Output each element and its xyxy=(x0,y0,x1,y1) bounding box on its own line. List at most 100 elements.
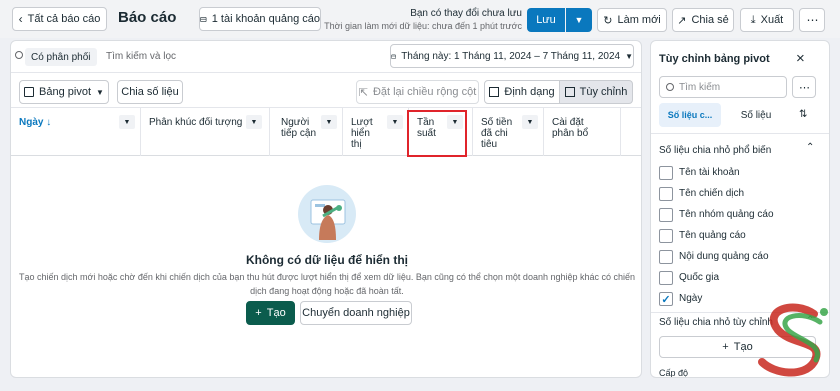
back-label: Tất cả báo cáo xyxy=(27,13,101,25)
more-options-button[interactable]: ⋯ xyxy=(799,8,825,32)
column-label: Số tiền đã chi tiêu xyxy=(481,117,513,150)
empty-state-title: Không có dữ liệu để hiển thị xyxy=(245,253,409,267)
column-label: Người tiếp cận xyxy=(281,117,317,139)
table-toolbar: Bảng pivot ▼ Chia số liệu ⇱ Đặt lại chiề… xyxy=(11,74,641,108)
section-common-breakdowns: Số liệu chia nhỏ phổ biến xyxy=(659,145,772,156)
column-label: Cài đặt phân bổ xyxy=(552,117,589,139)
caret-down-icon: ▼ xyxy=(625,51,633,61)
checkbox-item[interactable]: Tên chiến dịch xyxy=(651,185,811,203)
checkbox-label: Nội dung quảng cáo xyxy=(679,251,769,262)
pivot-table-dropdown[interactable]: Bảng pivot ▼ xyxy=(19,80,109,104)
refresh-button[interactable]: ↻ Làm mới xyxy=(597,8,667,32)
checkbox[interactable] xyxy=(659,271,673,285)
format-icon xyxy=(489,87,500,97)
format-label: Định dạng xyxy=(504,86,555,98)
caret-down-icon: ▼ xyxy=(574,15,584,25)
customize-button[interactable]: Tùy chỉnh xyxy=(559,80,633,104)
share-icon: ↗ xyxy=(677,14,687,27)
save-options-dropdown[interactable]: ▼ xyxy=(566,8,592,32)
table-header: Ngày ↓ ▼ Phân khúc đối tượng ▼ Người tiế… xyxy=(11,108,641,156)
checkbox-item[interactable]: Tên tài khoản xyxy=(651,164,811,182)
tab-metrics-label: Số liệu xyxy=(740,109,772,121)
checkbox[interactable] xyxy=(659,166,673,180)
checkbox-label: Tên nhóm quảng cáo xyxy=(679,209,774,220)
checkbox[interactable] xyxy=(659,187,673,201)
column-attribution[interactable]: Cài đặt phân bổ xyxy=(544,108,621,156)
checkbox[interactable] xyxy=(659,208,673,222)
refresh-icon: ↻ xyxy=(603,14,613,27)
share-button[interactable]: ↗ Chia sẻ xyxy=(672,8,734,32)
panel-search-input[interactable]: Tìm kiếm xyxy=(659,76,787,98)
checkbox-item[interactable]: Quốc gia xyxy=(651,269,811,287)
checkbox-item[interactable]: Tên quảng cáo xyxy=(651,227,811,245)
empty-state-illustration xyxy=(298,185,356,243)
column-amount-spent[interactable]: Số tiền đã chi tiêu ▼ xyxy=(473,108,544,156)
ad-account-icon xyxy=(200,16,207,22)
export-label: Xuất xyxy=(760,14,784,26)
filter-bar: Có phân phối Tìm kiếm và lọc Tháng này: … xyxy=(11,41,641,73)
switch-business-button[interactable]: Chuyển doanh nghiệp xyxy=(300,301,412,325)
column-menu-icon[interactable]: ▼ xyxy=(522,115,538,129)
column-audience-segment[interactable]: Phân khúc đối tượng ▼ xyxy=(141,108,270,156)
data-refresh-time: Thời gian làm mới dữ liệu: chưa đến 1 ph… xyxy=(324,21,522,31)
empty-state-description: Tạo chiến dịch mới hoặc chờ đến khi chiế… xyxy=(18,272,636,296)
chip-label: Có phân phối xyxy=(31,51,91,63)
checkbox-label: Tên tài khoản xyxy=(679,167,740,178)
more-icon: ⋯ xyxy=(806,13,819,27)
top-bar: ‹ Tất cả báo cáo Báo cáo 1 tài khoản quả… xyxy=(0,0,840,38)
plus-icon: + xyxy=(255,307,262,319)
column-label: Phân khúc đối tượng xyxy=(149,117,243,128)
tab-breakdowns[interactable]: Số liệu c... xyxy=(659,103,721,127)
customize-label: Tùy chỉnh xyxy=(579,86,628,98)
export-button[interactable]: ⤓ Xuất xyxy=(740,8,794,32)
frequency-column-highlight xyxy=(407,110,467,157)
caret-down-icon: ▼ xyxy=(96,87,104,97)
close-icon[interactable]: × xyxy=(796,50,805,67)
format-button[interactable]: Định dạng xyxy=(484,80,560,104)
page-title: Báo cáo xyxy=(118,9,177,26)
checkbox-item[interactable]: Tên nhóm quảng cáo xyxy=(651,206,811,224)
tab-metrics[interactable]: Số liệu xyxy=(726,103,786,127)
search-filter-input[interactable]: Tìm kiếm và lọc xyxy=(106,51,176,62)
breakdown-button[interactable]: Chia số liệu xyxy=(117,80,183,104)
create-breakdown-label: Tạo xyxy=(733,341,753,353)
column-menu-icon[interactable]: ▼ xyxy=(246,115,262,129)
watermark-logo xyxy=(758,303,828,377)
checkbox[interactable] xyxy=(659,250,673,264)
tab-breakdowns-label: Số liệu c... xyxy=(667,110,713,120)
panel-search-placeholder: Tìm kiếm xyxy=(679,82,721,93)
reset-column-width-button: ⇱ Đặt lại chiều rộng cột xyxy=(356,80,479,104)
checkbox-checked[interactable]: ✓ xyxy=(659,292,673,306)
column-menu-icon[interactable]: ▼ xyxy=(321,115,337,129)
level-section-label: Cấp độ xyxy=(659,368,689,378)
panel-divider xyxy=(651,133,829,134)
delivery-filter-chip[interactable]: Có phân phối xyxy=(25,48,97,66)
search-icon xyxy=(15,51,23,59)
column-menu-icon[interactable]: ▼ xyxy=(387,115,403,129)
search-icon xyxy=(666,83,674,91)
export-icon: ⤓ xyxy=(750,13,756,26)
reset-width-label: Đặt lại chiều rộng cột xyxy=(372,86,477,98)
column-label: Lượt hiển thị xyxy=(351,117,373,150)
back-to-reports-button[interactable]: ‹ Tất cả báo cáo xyxy=(12,7,107,31)
create-campaign-button[interactable]: + Tạo xyxy=(246,301,295,325)
checkbox-item[interactable]: Nội dung quảng cáo xyxy=(651,248,811,266)
column-label: Ngày ↓ xyxy=(19,117,52,128)
panel-more-button[interactable]: ⋯ xyxy=(792,76,816,98)
column-menu-icon[interactable]: ▼ xyxy=(119,115,135,129)
checkbox[interactable] xyxy=(659,229,673,243)
chevron-up-icon[interactable]: ⌃ xyxy=(806,142,814,153)
column-impressions[interactable]: Lượt hiển thị ▼ xyxy=(343,108,409,156)
checkbox-label: Tên quảng cáo xyxy=(679,230,746,241)
pivot-icon xyxy=(24,87,35,97)
checkbox-label: Ngày xyxy=(679,293,703,304)
column-reach[interactable]: Người tiếp cận ▼ xyxy=(273,108,343,156)
date-range-picker[interactable]: Tháng này: 1 Tháng 11, 2024 – 7 Tháng 11… xyxy=(390,44,634,68)
create-label: Tạo xyxy=(266,307,286,319)
more-icon: ⋯ xyxy=(799,81,810,94)
customize-icon xyxy=(564,87,575,97)
column-date[interactable]: Ngày ↓ ▼ xyxy=(11,108,141,156)
sort-icon[interactable]: ⇅ xyxy=(799,109,807,120)
panel-title: Tùy chỉnh bảng pivot xyxy=(659,53,770,65)
save-button[interactable]: Lưu xyxy=(527,8,565,32)
